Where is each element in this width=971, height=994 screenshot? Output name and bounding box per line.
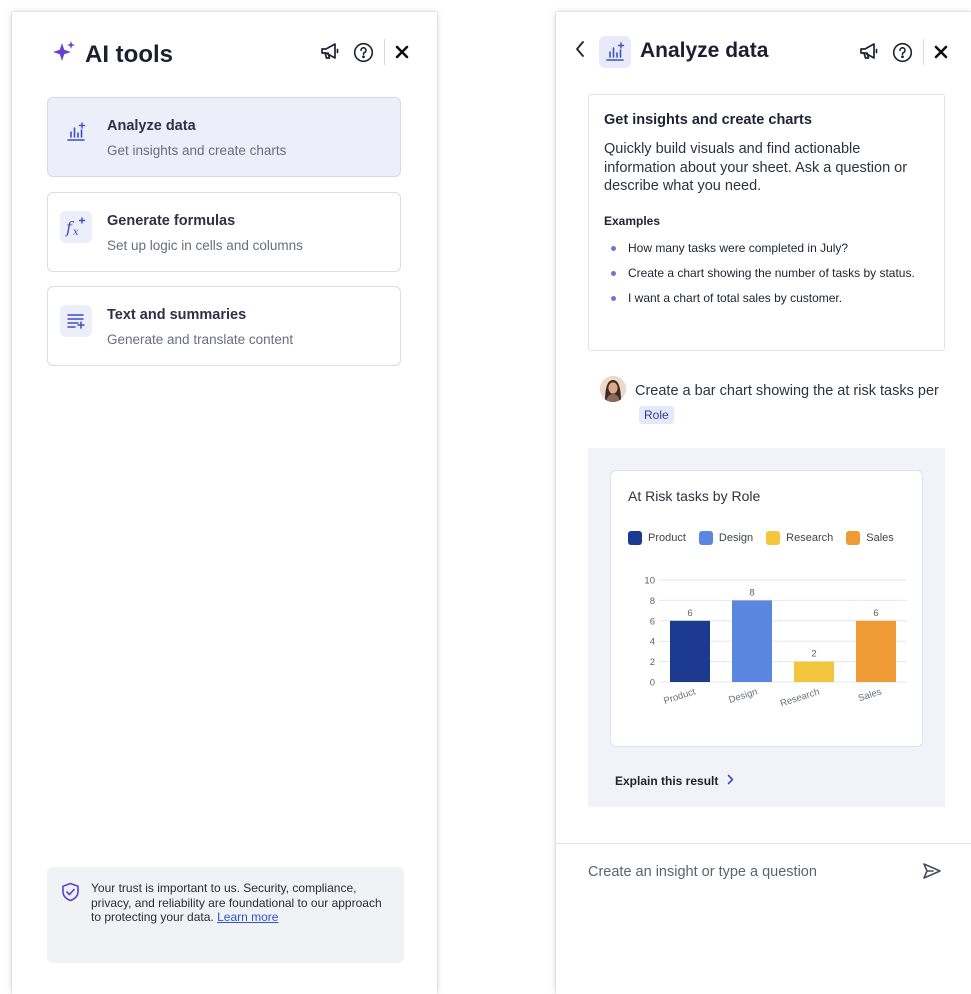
bar — [732, 600, 772, 682]
tool-title: Text and summaries — [107, 307, 247, 323]
tool-description: Set up logic in cells and columns — [107, 238, 303, 253]
column-chip-role[interactable]: Role — [639, 406, 674, 424]
chart-title: At Risk tasks by Role — [628, 488, 761, 504]
example-item[interactable]: How many tasks were completed in July? — [604, 241, 934, 256]
user-message-text: Create a bar chart showing the at risk t… — [635, 383, 939, 399]
y-tick-label: 0 — [650, 678, 655, 689]
x-tick-label: Design — [727, 686, 759, 706]
tool-card-generate-formulas[interactable]: f x Generate formulas Set up logic in ce… — [47, 192, 401, 272]
legend-label: Design — [718, 532, 754, 544]
legend-item: Sales — [846, 531, 894, 545]
page-title: AI tools — [85, 40, 173, 68]
analyze-chart-icon — [599, 36, 631, 68]
ai-tools-panel: AI tools Analyze data Get insights and c… — [12, 12, 437, 994]
result-area: At Risk tasks by Role Product Design Res… — [588, 448, 945, 807]
bar — [856, 620, 896, 682]
bar-value-label: 8 — [749, 587, 754, 598]
y-tick-label: 8 — [650, 596, 655, 607]
example-text: I want a chart of total sales by custome… — [628, 291, 843, 305]
input-divider — [556, 843, 971, 844]
close-icon[interactable] — [395, 45, 409, 59]
formula-icon: f x — [60, 211, 92, 243]
bar-value-label: 6 — [873, 608, 878, 619]
close-icon[interactable] — [934, 45, 948, 59]
legend-item: Design — [698, 531, 754, 545]
examples-heading: Examples — [604, 214, 661, 228]
chart-card: At Risk tasks by Role Product Design Res… — [610, 470, 923, 747]
examples-list: How many tasks were completed in July? C… — [604, 241, 934, 316]
example-item[interactable]: Create a chart showing the number of tas… — [604, 266, 934, 281]
legend-label: Product — [648, 532, 686, 544]
shield-check-icon — [61, 882, 80, 907]
trust-text: Your trust is important to us. Security,… — [91, 881, 391, 925]
chevron-right-icon — [727, 774, 734, 788]
bar-value-label: 6 — [687, 608, 692, 619]
header-divider — [384, 39, 385, 65]
svg-text:x: x — [73, 227, 79, 238]
y-tick-label: 10 — [644, 576, 655, 587]
intro-card: Get insights and create charts Quickly b… — [588, 94, 945, 351]
panel-header: AI tools — [52, 40, 173, 69]
example-item[interactable]: I want a chart of total sales by custome… — [604, 291, 934, 306]
x-tick-label: Sales — [857, 686, 883, 704]
y-tick-label: 2 — [650, 657, 655, 668]
legend-swatch — [846, 531, 861, 545]
example-text: How many tasks were completed in July? — [628, 241, 849, 255]
y-tick-label: 4 — [650, 637, 655, 648]
avatar — [600, 376, 626, 402]
legend-item: Product — [628, 531, 686, 545]
header-divider — [923, 39, 924, 65]
legend-swatch — [766, 531, 781, 545]
text-summary-icon — [60, 305, 92, 337]
intro-title: Get insights and create charts — [604, 112, 812, 128]
header-actions — [858, 39, 948, 65]
intro-description: Quickly build visuals and find actionabl… — [604, 141, 908, 194]
x-tick-label: Research — [779, 686, 821, 709]
bar-value-label: 2 — [811, 649, 816, 660]
explain-label: Explain this result — [615, 774, 719, 788]
help-icon[interactable] — [353, 42, 374, 63]
analyze-chart-icon — [60, 116, 92, 148]
bullet-dot — [611, 246, 616, 251]
trust-notice: Your trust is important to us. Security,… — [47, 867, 404, 963]
megaphone-icon[interactable] — [858, 42, 880, 62]
tool-card-analyze-data[interactable]: Analyze data Get insights and create cha… — [47, 97, 401, 177]
tool-title: Analyze data — [107, 118, 196, 134]
legend-swatch — [698, 531, 713, 545]
back-chevron-icon[interactable] — [574, 39, 586, 64]
bullet-dot — [611, 271, 616, 276]
bullet-dot — [611, 296, 616, 301]
explain-result-button[interactable]: Explain this result — [615, 774, 734, 788]
legend-swatch — [628, 531, 642, 545]
legend-item: Research — [766, 531, 833, 545]
user-message: Create a bar chart showing the at risk t… — [635, 379, 955, 427]
megaphone-icon[interactable] — [319, 42, 341, 62]
tool-description: Generate and translate content — [107, 332, 294, 347]
bar — [794, 661, 834, 682]
x-tick-label: Product — [662, 686, 697, 707]
header-actions — [319, 39, 409, 65]
question-input[interactable] — [588, 860, 908, 884]
tool-description: Get insights and create charts — [107, 143, 287, 158]
y-tick-label: 6 — [650, 616, 655, 627]
legend-label: Sales — [866, 532, 894, 544]
tool-title: Generate formulas — [107, 213, 236, 229]
bar — [670, 620, 710, 682]
legend-label: Research — [786, 532, 834, 544]
help-icon[interactable] — [892, 42, 913, 63]
sparkle-icon — [52, 40, 76, 69]
panel-title: Analyze data — [640, 39, 769, 62]
analyze-data-panel: Analyze data Get insights and create cha… — [556, 12, 971, 994]
send-icon[interactable] — [922, 862, 942, 885]
chart-legend: Product Design Research Sales — [628, 531, 894, 545]
learn-more-link[interactable]: Learn more — [217, 910, 278, 924]
bar-chart: 0 2 4 6 8 10 6 Product 8 Design 2 Research 6 Sales — [644, 576, 907, 709]
tool-card-text-summaries[interactable]: Text and summaries Generate and translat… — [47, 286, 401, 366]
example-text: Create a chart showing the number of tas… — [628, 266, 915, 280]
